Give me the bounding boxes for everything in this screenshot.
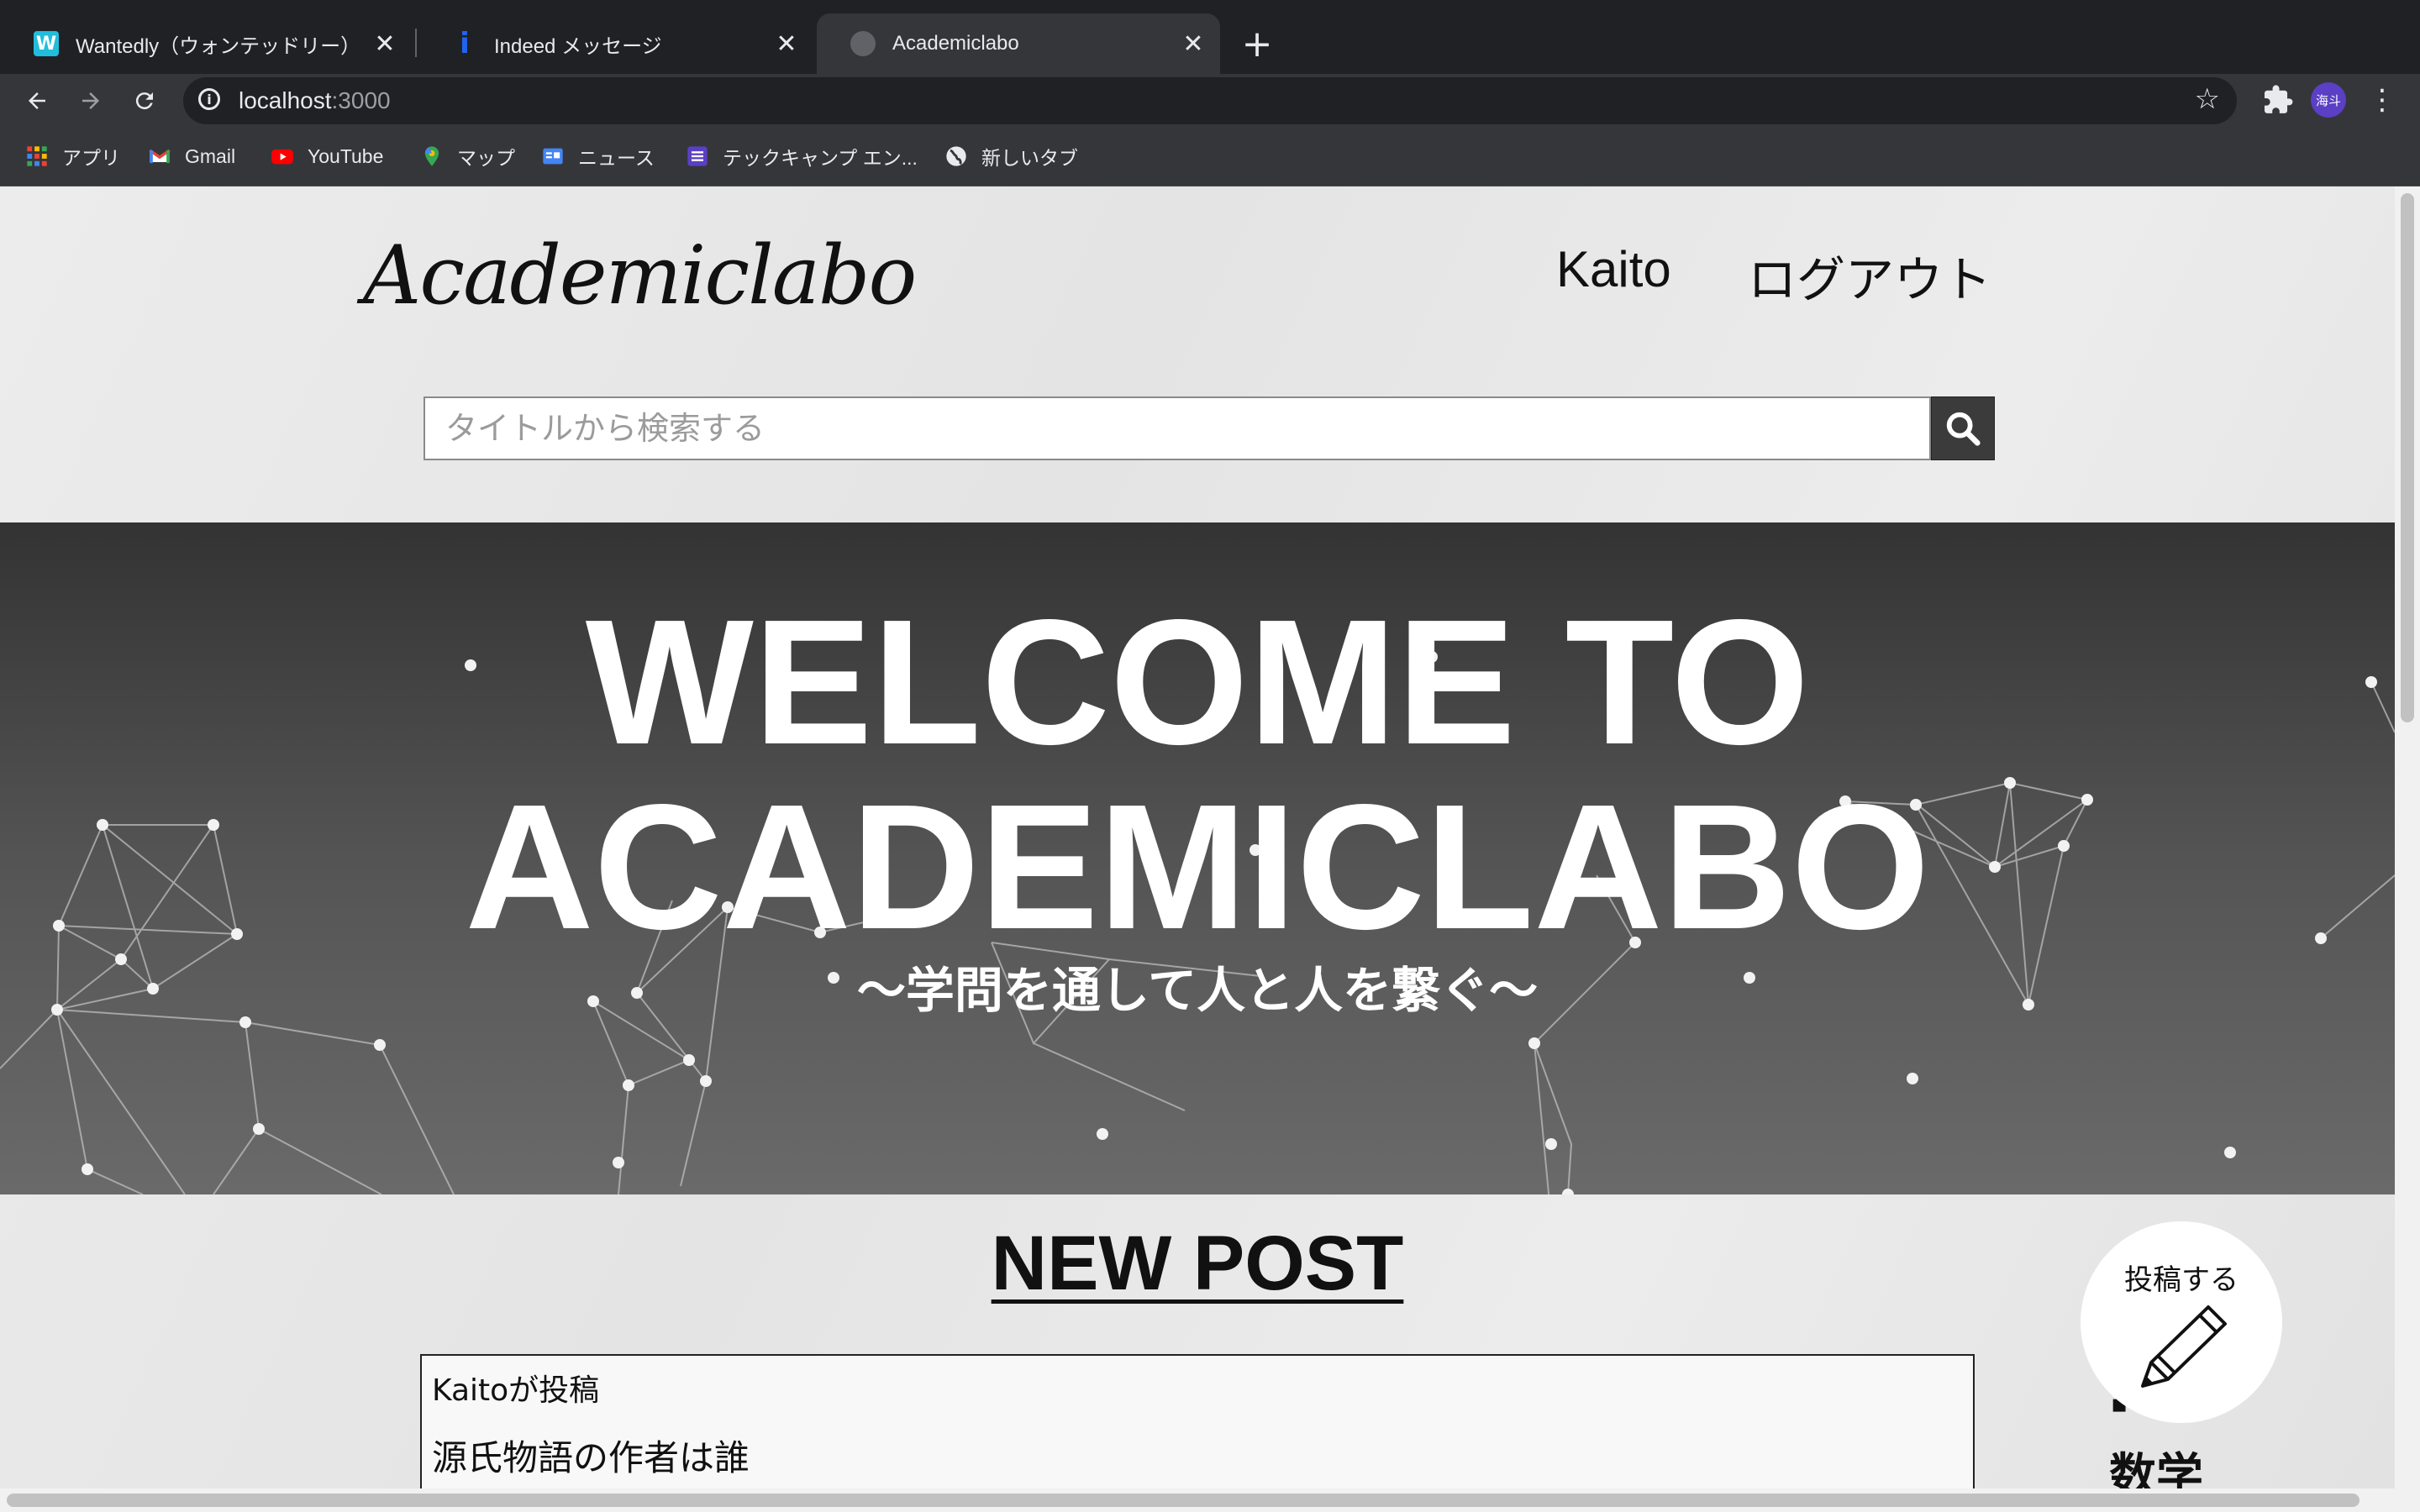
globe-icon [850,31,876,56]
new-post-button-label: 投稿する [2124,1263,2238,1297]
extensions-puzzle-icon[interactable] [2259,81,2297,119]
profile-avatar[interactable]: 海斗 [2311,82,2346,118]
bookmark-label: マップ [457,147,515,169]
bookmark-new-tab[interactable]: 新しいタブ [944,141,1078,171]
tab-indeed[interactable]: ⅰ Indeed メッセージ ✕ [418,13,813,74]
search-input[interactable] [424,396,1931,460]
tab-separator [415,29,417,57]
category-label[interactable]: 数学 [2109,1438,2203,1488]
tab-title: Indeed メッセージ [494,34,662,58]
bookmarks-bar: アプリ Gmail YouTube マップ ニュース テックキャンプ エン...… [0,128,2420,186]
url-host: localhost [239,87,332,113]
bookmark-label: テックキャンプ エン... [723,147,918,169]
indeed-icon: ⅰ [460,27,470,60]
tab-wantedly[interactable]: W Wantedly（ウォンテッドリー）は ✕ [0,13,412,74]
techcamp-icon [687,146,708,166]
nav-logout-link[interactable]: ログアウト [1748,240,1991,311]
reload-icon [135,92,153,110]
tab-academiclabo[interactable]: Academiclabo ✕ [817,13,1220,74]
vertical-scrollbar-thumb[interactable] [2401,193,2414,722]
site-logo[interactable]: Academiclabo [363,228,917,323]
close-icon[interactable]: ✕ [770,27,803,60]
globe-icon [946,146,966,166]
hero-title: WELCOME TO ACADEMICLABO [0,590,2395,959]
bookmark-label: ニュース [578,147,655,169]
forward-button[interactable] [71,81,111,121]
tab-title: Academiclabo [892,32,1019,55]
gmail-icon [149,149,171,164]
hero-title-line2: ACADEMICLABO [465,767,1930,966]
apps-grid-icon [27,146,47,166]
bookmark-label: Gmail [185,144,236,167]
back-arrow-icon [29,92,45,109]
bookmark-techcamp[interactable]: テックキャンプ エン... [686,141,918,171]
nav-user-link[interactable]: Kaito [1556,240,1671,298]
browser-toolbar: i localhost:3000 ☆ [0,74,2420,128]
new-post-button[interactable]: 投稿する [2081,1221,2282,1423]
bookmark-label: 新しいタブ [981,147,1078,169]
hero-title-line1: WELCOME TO [585,582,1810,781]
bookmark-apps[interactable]: アプリ [25,141,120,171]
bookmark-star-icon[interactable]: ☆ [2195,82,2220,116]
post-author: Kaitoが投稿 [432,1373,600,1408]
close-icon[interactable]: ✕ [368,27,402,60]
forward-arrow-icon [82,92,99,109]
tab-title: Wantedly（ウォンテッドリー）は [76,34,361,58]
bookmark-maps[interactable]: マップ [420,141,515,171]
url-port: :3000 [331,87,391,113]
reload-button[interactable] [124,81,165,121]
bookmark-news[interactable]: ニュース [541,141,655,171]
bookmark-youtube[interactable]: YouTube [271,141,383,171]
wantedly-icon: W [34,31,59,56]
url-text: localhost:3000 [239,87,391,114]
close-icon[interactable]: ✕ [1176,27,1210,60]
pencil-icon [2141,1305,2227,1388]
youtube-icon [271,149,293,165]
vertical-scrollbar[interactable] [2395,186,2420,1488]
bookmark-label: アプリ [62,147,120,169]
maps-icon [424,146,439,166]
back-button[interactable] [17,81,57,121]
post-title[interactable]: 源氏物語の作者は誰 [432,1430,750,1481]
hero-banner: WELCOME TO ACADEMICLABO 〜学問を通して人と人を繋ぐ〜 [0,522,2395,1194]
browser-menu-icon[interactable]: ⋮ [2363,81,2402,119]
post-card[interactable]: Kaitoが投稿 源氏物語の作者は誰 [420,1354,1975,1488]
address-bar[interactable]: i localhost:3000 ☆ [183,77,2237,124]
new-post-heading: NEW POST [991,1221,1404,1306]
news-icon [543,148,563,165]
page-viewport: Academiclabo Kaito ログアウト タイトルから検索する WELC… [0,186,2395,1488]
horizontal-scrollbar-thumb[interactable] [7,1494,2360,1507]
site-info-icon[interactable]: i [198,88,220,110]
search-icon [1946,412,1981,446]
tab-strip: W Wantedly（ウォンテッドリー）は ✕ ⅰ Indeed メッセージ ✕… [0,0,2420,74]
horizontal-scrollbar[interactable] [0,1488,2420,1512]
search-button[interactable] [1931,396,1995,460]
bookmark-gmail[interactable]: Gmail [148,141,235,171]
new-tab-button[interactable]: + [1235,22,1279,66]
hero-subtitle: 〜学問を通して人と人を繋ぐ〜 [856,962,1539,1019]
bookmark-label: YouTube [308,144,384,167]
